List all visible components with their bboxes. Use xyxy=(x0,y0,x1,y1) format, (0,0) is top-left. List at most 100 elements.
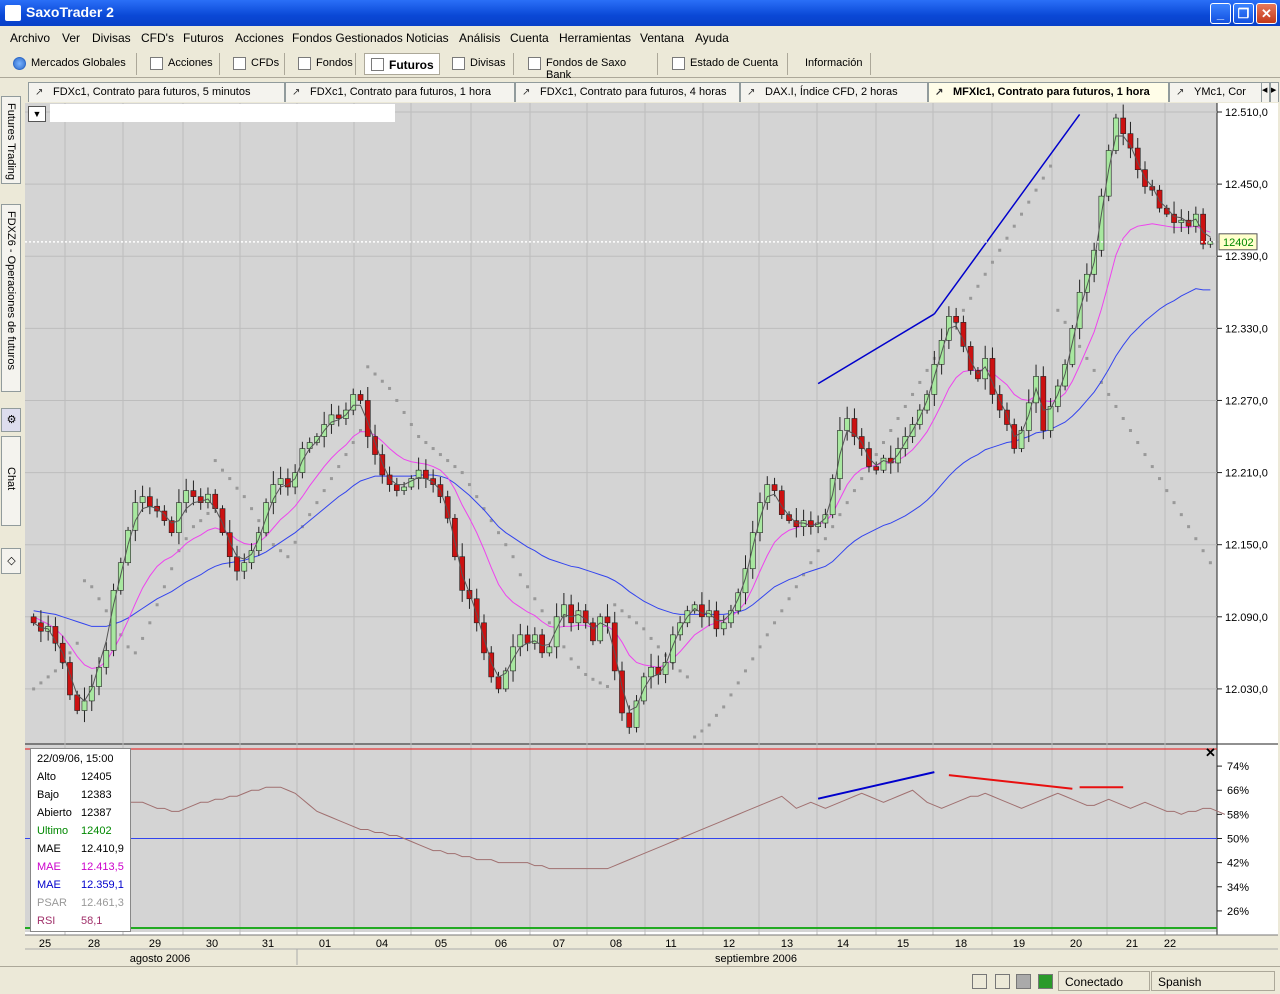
toolbar-button-label: Mercados Globales xyxy=(31,57,126,69)
chart-dropdown-button[interactable]: ▼ xyxy=(28,106,46,122)
data-window-date: 22/09/06, 15:00 xyxy=(37,753,114,765)
toolbar-button-label: Estado de Cuenta xyxy=(690,57,779,69)
menu-item-11[interactable]: Ventana xyxy=(640,31,684,45)
tab-scroll-right-icon[interactable]: ▶ xyxy=(1270,82,1279,102)
psar-dot xyxy=(547,621,551,625)
psar-dot xyxy=(315,501,319,505)
toolbar-button-7[interactable]: Estado de Cuenta xyxy=(666,53,788,75)
candle-body xyxy=(844,418,851,431)
side-tab-settings[interactable]: ◇ xyxy=(1,548,21,574)
maximize-button[interactable]: ❐ xyxy=(1233,3,1254,24)
network-icon[interactable] xyxy=(1016,974,1031,989)
data-row-value: 12.413,5 xyxy=(81,861,124,873)
psar-dot xyxy=(736,681,740,685)
psar-dot xyxy=(1020,212,1024,216)
toolbar-button-2[interactable]: CFDs xyxy=(227,53,285,75)
psar-dot xyxy=(1041,176,1045,180)
chart-area[interactable]: 12.510,0 12.450,0 12.390,0 12.330,0 12.270,0… xyxy=(25,103,1278,965)
candle-body xyxy=(924,394,930,411)
side-tab-futures-trading[interactable]: Futures Trading xyxy=(1,96,21,184)
psar-dot xyxy=(1107,392,1111,396)
psar-dot xyxy=(257,519,261,523)
psar-dot xyxy=(918,380,922,384)
menu-item-12[interactable]: Ayuda xyxy=(695,31,729,45)
candle-body xyxy=(575,610,582,624)
toolbar-button-3[interactable]: Fondos xyxy=(292,53,356,75)
candle-body xyxy=(517,634,524,648)
price-chart[interactable]: 12.510,0 12.450,0 12.390,0 12.330,0 12.270,0… xyxy=(25,103,1278,965)
menu-item-0[interactable]: Archivo xyxy=(10,31,50,45)
psar-dot xyxy=(460,471,464,475)
psar-dot xyxy=(816,549,820,553)
data-row-bajo: Bajo 12383 xyxy=(37,789,132,807)
x-tick-label: 01 xyxy=(319,938,331,950)
menu-bar: Archivo Ver Divisas CFD's Futuros Acciones Fon… xyxy=(0,26,1280,50)
chart-tab-0[interactable]: ↗ FDXc1, Contrato para futuros, 5 minutos xyxy=(28,82,285,102)
x-tick-label: 12 xyxy=(723,938,735,950)
candle-body xyxy=(1156,189,1163,209)
psar-dot xyxy=(82,579,86,583)
data-row-value: 12.461,3 xyxy=(81,897,124,909)
psar-dot xyxy=(794,585,798,589)
toolbar-button-1[interactable]: Acciones xyxy=(144,53,220,75)
grid-icon[interactable] xyxy=(972,974,987,989)
menu-item-2[interactable]: Divisas xyxy=(92,31,131,45)
psar-dot xyxy=(126,645,130,649)
data-row-rsi: RSI 58,1 xyxy=(37,915,132,933)
menu-item-4[interactable]: Futuros xyxy=(183,31,224,45)
printer-icon[interactable] xyxy=(995,974,1010,989)
side-tab-chat[interactable]: Chat xyxy=(1,436,21,526)
chart-tab-icon: ↗ xyxy=(747,87,756,98)
toolbar-button-8[interactable]: Información xyxy=(797,53,871,75)
menu-item-8[interactable]: Análisis xyxy=(459,31,500,45)
close-indicator-icon[interactable]: ✕ xyxy=(1205,745,1216,761)
data-row-value: 12.410,9 xyxy=(81,843,124,855)
toolbar-button-0[interactable]: Mercados Globales xyxy=(7,53,137,75)
toolbar-button-5[interactable]: Divisas xyxy=(446,53,514,75)
chart-search-field[interactable] xyxy=(50,104,395,122)
psar-dot xyxy=(1063,320,1067,324)
candle-body xyxy=(30,616,37,624)
side-tab-tools[interactable]: ⚙ xyxy=(1,408,21,432)
data-row-psar: PSAR 12.461,3 xyxy=(37,897,132,915)
candle-body xyxy=(539,634,545,654)
menu-item-9[interactable]: Cuenta xyxy=(510,31,549,45)
close-button[interactable]: ✕ xyxy=(1256,3,1277,24)
saxo-funds-icon xyxy=(528,57,541,70)
chart-tab-1[interactable]: ↗ FDXc1, Contrato para futuros, 1 hora xyxy=(285,82,515,102)
psar-dot xyxy=(279,549,283,553)
chart-tab-5[interactable]: ↗ YMc1, Cor xyxy=(1169,82,1275,102)
menu-item-6[interactable]: Fondos Gestionados xyxy=(292,31,403,45)
menu-item-7[interactable]: Noticias xyxy=(406,31,449,45)
toolbar-button-label: CFDs xyxy=(251,57,280,69)
chart-tab-3[interactable]: ↗ DAX.I, Índice CFD, 2 horas xyxy=(740,82,928,102)
psar-dot xyxy=(881,441,885,445)
psar-dot xyxy=(170,567,174,571)
data-row-label: Abierto xyxy=(37,807,72,819)
psar-dot xyxy=(431,447,435,451)
toolbar-button-6[interactable]: Fondos de Saxo Bank xyxy=(522,53,658,81)
tab-scroll-left-icon[interactable]: ◀ xyxy=(1261,82,1270,102)
data-window: 22/09/06, 15:00 Alto 12405 Bajo 12383 Abiert… xyxy=(30,748,131,932)
menu-item-1[interactable]: Ver xyxy=(62,31,80,45)
candle-body xyxy=(401,486,407,491)
price-plot-background xyxy=(25,103,1217,745)
app-icon xyxy=(5,5,21,21)
psar-dot xyxy=(1027,200,1031,204)
menu-item-10[interactable]: Herramientas xyxy=(559,31,631,45)
menu-item-5[interactable]: Acciones xyxy=(235,31,284,45)
psar-dot xyxy=(809,561,813,565)
candle-body xyxy=(241,562,248,572)
menu-item-3[interactable]: CFD's xyxy=(141,31,174,45)
psar-dot xyxy=(155,603,159,607)
psar-dot xyxy=(199,519,203,523)
side-tab-fdxz6[interactable]: FDXZ6 - Operaciones de futuros xyxy=(1,204,21,392)
toolbar-button-4[interactable]: Futuros xyxy=(364,53,440,75)
psar-dot xyxy=(293,540,297,544)
chart-tab-4[interactable]: ↗ MFXIc1, Contrato para futuros, 1 hora xyxy=(928,82,1169,102)
candle-body xyxy=(248,550,255,564)
psar-dot xyxy=(831,525,835,529)
chart-tab-2[interactable]: ↗ FDXc1, Contrato para futuros, 4 horas xyxy=(515,82,740,102)
psar-dot xyxy=(838,513,842,517)
minimize-button[interactable]: _ xyxy=(1210,3,1231,24)
